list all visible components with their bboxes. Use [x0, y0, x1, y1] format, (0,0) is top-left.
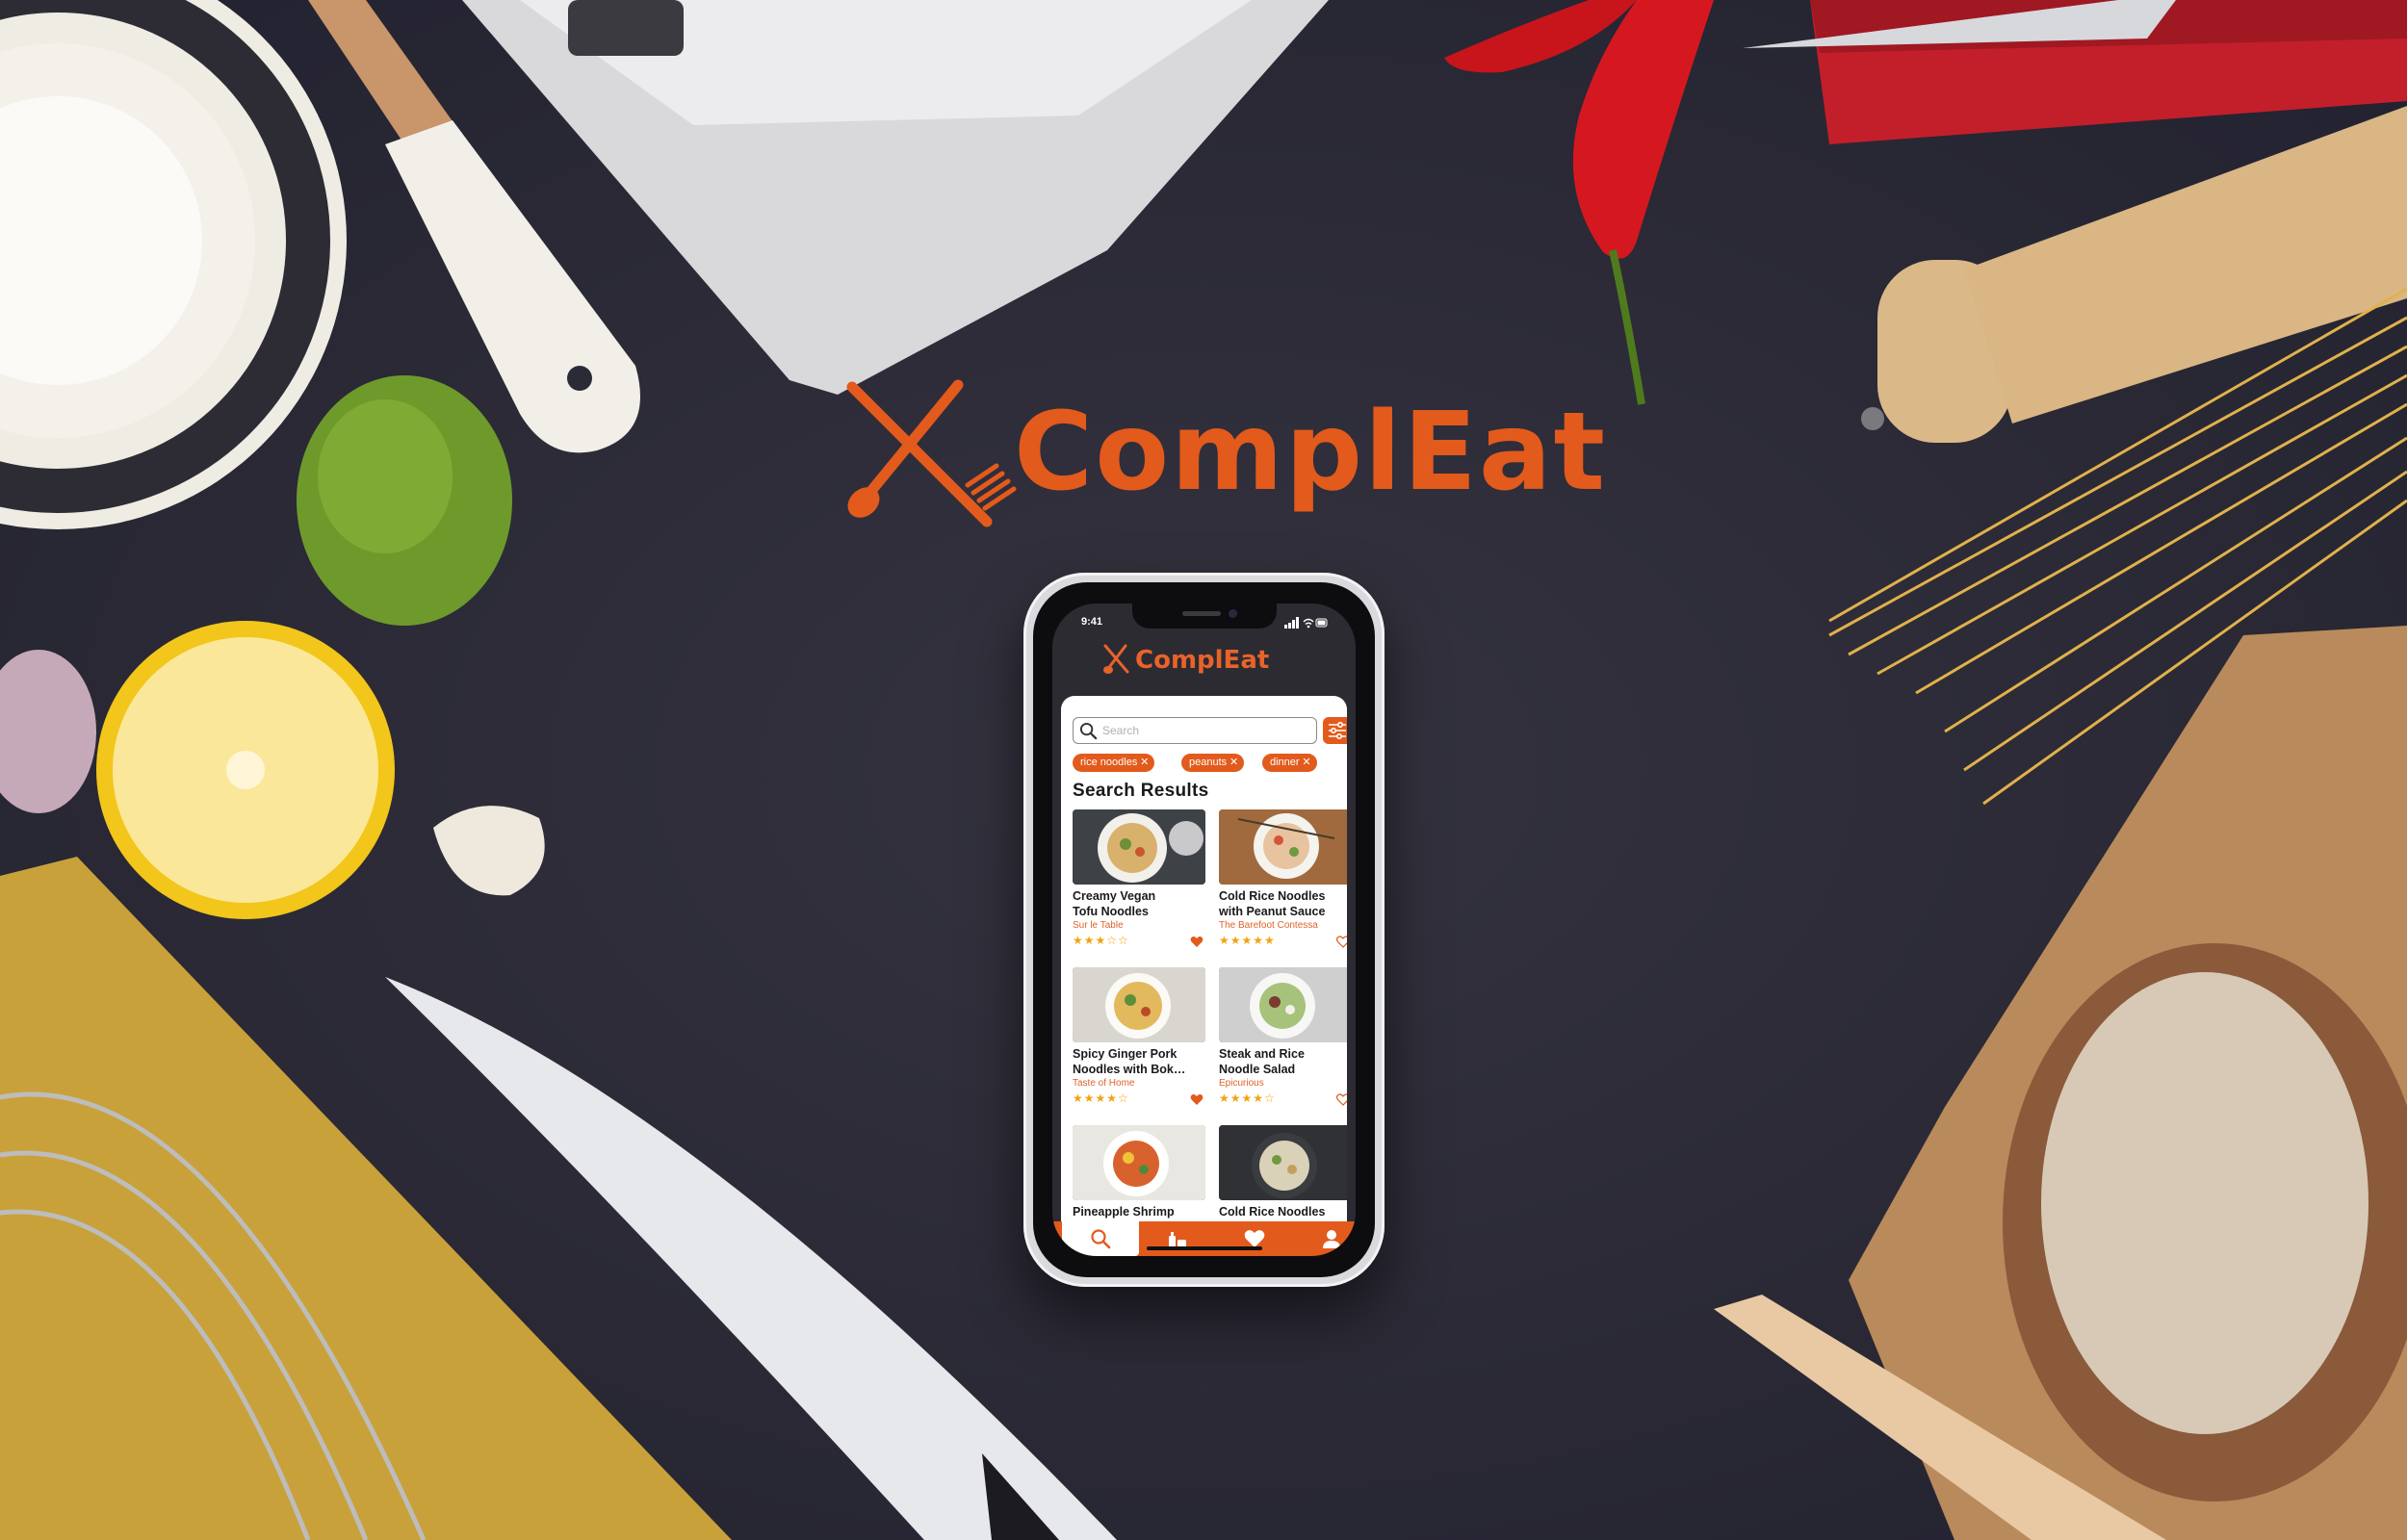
heart-filled-icon[interactable]	[1190, 1093, 1204, 1106]
app-header: ComplEat	[1052, 638, 1356, 688]
phone-mockup: 9:41 ComplEat Search rice noodles ✕ pean…	[1023, 573, 1385, 1287]
recipe-photo-icon	[1073, 967, 1205, 1042]
profile-icon	[1323, 1230, 1340, 1248]
fork-spoon-logo-icon	[1103, 644, 1129, 674]
status-time: 9:41	[1081, 616, 1103, 628]
recipe-title: Cold Rice Noodles with Peanut Sauce	[1219, 889, 1326, 918]
phone-notch	[1131, 603, 1277, 629]
lemon-icon	[96, 621, 395, 919]
recipe-photo-icon	[1073, 809, 1205, 885]
signal-wifi-battery-icon	[1284, 617, 1328, 629]
brand-name: ComplEat	[1014, 390, 1608, 515]
close-icon[interactable]: ✕	[1229, 754, 1238, 772]
recipe-source[interactable]: The Barefoot Contessa	[1219, 920, 1318, 931]
phone-bezel: 9:41 ComplEat Search rice noodles ✕ pean…	[1033, 582, 1375, 1277]
recipe-photo-icon	[1219, 809, 1347, 885]
front-camera	[1228, 609, 1237, 618]
app-title: ComplEat	[1135, 646, 1270, 675]
filter-chip[interactable]: peanuts ✕	[1181, 754, 1245, 772]
recipe-title: Creamy Vegan Tofu Noodles	[1073, 889, 1156, 918]
tab-search[interactable]	[1062, 1221, 1139, 1256]
results-heading: Search Results	[1073, 781, 1209, 801]
tab-pantry[interactable]	[1139, 1221, 1216, 1256]
close-icon[interactable]: ✕	[1302, 754, 1310, 772]
recipe-title: Spicy Ginger Pork Noodles with Bok…	[1073, 1047, 1186, 1076]
heart-outline-icon[interactable]	[1336, 936, 1347, 948]
recipe-card[interactable]: Creamy Vegan Tofu Noodles Sur le Table ★…	[1073, 809, 1205, 962]
chip-label: rice noodles	[1080, 757, 1138, 768]
recipe-card[interactable]: Cold Rice Noodles with Peanut Sauce The …	[1219, 809, 1347, 962]
garlic-clove-icon	[433, 806, 545, 896]
star-rating: ★★★☆☆	[1073, 934, 1129, 947]
search-icon	[1079, 722, 1098, 740]
star-rating: ★★★★☆	[1073, 1091, 1129, 1105]
chip-label: dinner	[1270, 757, 1300, 768]
kitchen-background: ComplEat 9:41 ComplEat Search rice noodl…	[0, 0, 2407, 1540]
home-indicator	[1146, 1246, 1262, 1250]
filter-button[interactable]	[1323, 717, 1347, 744]
recipe-photo-icon	[1219, 1125, 1347, 1200]
phone-screen: 9:41 ComplEat Search rice noodles ✕ pean…	[1052, 603, 1356, 1256]
recipe-card[interactable]: Pineapple Shrimp Noodle Bowls	[1073, 1125, 1205, 1233]
speaker-grille	[1181, 611, 1221, 616]
star-rating: ★★★★★	[1219, 934, 1276, 947]
star-rating: ★★★★☆	[1219, 1091, 1276, 1105]
search-results-panel: rice noodles ✕ peanuts ✕ dinner ✕ Search…	[1061, 696, 1347, 1233]
recipe-card[interactable]: Spicy Ginger Pork Noodles with Bok… Tast…	[1073, 967, 1205, 1119]
recipe-card[interactable]: Cold Rice Noodles with Coconut Milk	[1219, 1125, 1347, 1233]
recipe-source[interactable]: Taste of Home	[1073, 1078, 1134, 1089]
lime-icon	[297, 375, 512, 626]
tab-favorites[interactable]	[1216, 1221, 1293, 1256]
close-icon[interactable]: ✕	[1140, 754, 1149, 772]
garlic-icon	[0, 650, 96, 813]
recipe-source[interactable]: Sur le Table	[1073, 920, 1124, 931]
search-icon	[1091, 1229, 1111, 1249]
recipe-source[interactable]: Epicurious	[1219, 1078, 1264, 1089]
heart-outline-icon[interactable]	[1336, 1093, 1347, 1106]
search-box[interactable]	[1073, 717, 1317, 744]
chip-label: peanuts	[1189, 757, 1228, 768]
recipe-photo-icon	[1219, 967, 1347, 1042]
filter-chip[interactable]: dinner ✕	[1262, 754, 1317, 772]
sliders-icon	[1329, 722, 1346, 739]
heart-filled-icon[interactable]	[1190, 936, 1204, 948]
recipe-card[interactable]: Steak and Rice Noodle Salad Epicurious ★…	[1219, 967, 1347, 1119]
recipe-photo-icon	[1073, 1125, 1205, 1200]
filter-chips: rice noodles ✕ peanuts ✕ dinner ✕	[1073, 754, 1347, 773]
filter-chip[interactable]: rice noodles ✕	[1073, 754, 1155, 772]
search-input[interactable]	[1102, 721, 1309, 740]
recipe-title: Steak and Rice Noodle Salad	[1219, 1047, 1305, 1076]
chili-pepper-icon	[1444, 0, 1714, 405]
kitchen-scale-icon	[0, 0, 347, 529]
bottom-tab-bar	[1052, 1221, 1356, 1256]
tab-profile[interactable]	[1293, 1221, 1356, 1256]
